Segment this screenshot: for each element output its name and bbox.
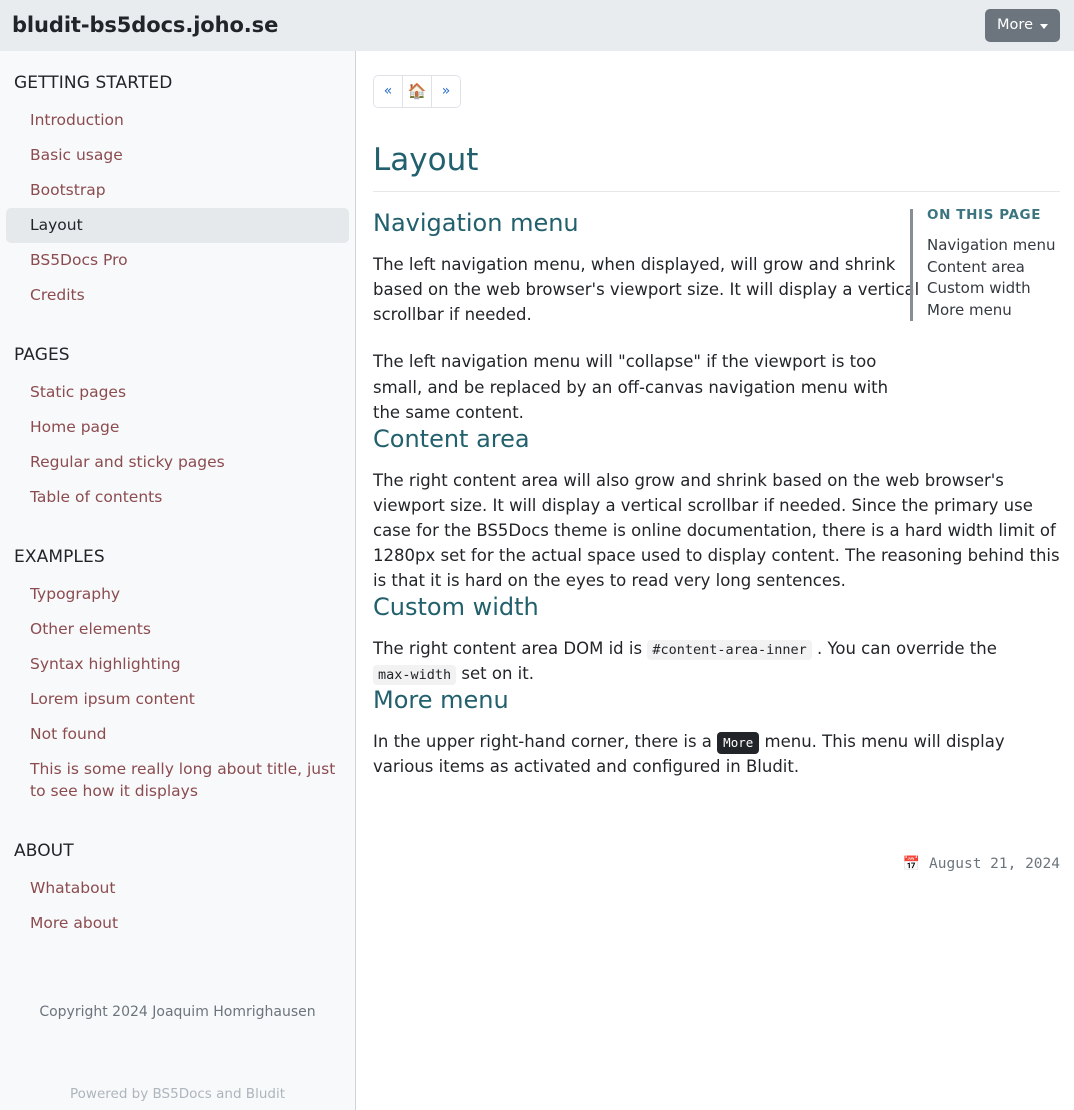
sidebar-item-not-found[interactable]: Not found — [6, 717, 349, 752]
sidebar-section-title: EXAMPLES — [14, 547, 105, 567]
top-header-bar: bludit-bs5docs.joho.se More — [0, 0, 1074, 51]
left-navigation-sidebar: GETTING STARTED Introduction Basic usage Bo… — [0, 51, 356, 1110]
section-heading: More menu — [373, 685, 509, 714]
inline-code-content-area-inner: #content-area-inner — [647, 639, 812, 660]
inline-code-max-width: max-width — [373, 664, 457, 685]
sidebar-item-static-pages[interactable]: Static pages — [6, 375, 349, 410]
calendar-icon: 📅 — [902, 856, 921, 872]
next-page-button[interactable]: » — [431, 75, 461, 109]
section-heading: Content area — [373, 424, 530, 453]
sidebar-item-this-is-some-really-long-about-title-jus[interactable]: This is some really long about title, ju… — [6, 752, 349, 809]
kbd-more-badge: More — [717, 731, 760, 754]
sidebar-item-whatabout[interactable]: Whatabout — [6, 871, 349, 906]
page-date: 📅 August 21, 2024 — [903, 856, 1060, 872]
paragraph: The left navigation menu, when displayed… — [373, 255, 920, 325]
paragraph-text: In the upper right-hand corner, there is… — [373, 731, 712, 751]
paragraph-text: set on it. — [461, 663, 534, 683]
section-heading: Custom width — [373, 592, 539, 621]
section-more-menu: More menu In the upper right-hand corner… — [373, 686, 1060, 779]
sidebar-item-credits[interactable]: Credits — [6, 278, 349, 313]
more-menu-button-label: More — [997, 16, 1033, 33]
on-this-page-title: ON THIS PAGE — [927, 207, 1042, 224]
page-title: Layout — [373, 142, 479, 179]
sidebar-item-introduction[interactable]: Introduction — [6, 103, 349, 138]
paragraph: In the upper right-hand corner, there is… — [373, 729, 1060, 779]
on-this-page-link[interactable]: Custom width — [927, 278, 1060, 300]
more-menu-button[interactable]: More — [985, 8, 1060, 43]
sidebar-item-bootstrap[interactable]: Bootstrap — [6, 173, 349, 208]
section-custom-width: Custom width The right content area DOM … — [373, 593, 1060, 686]
sidebar-item-syntax-highlighting[interactable]: Syntax highlighting — [6, 647, 349, 682]
page-date-text: August 21, 2024 — [929, 856, 1060, 872]
section-navigation-menu: Navigation menu The left navigation menu… — [373, 209, 920, 424]
section-heading: Navigation menu — [373, 209, 579, 238]
on-this-page-link[interactable]: More menu — [927, 300, 1060, 322]
sidebar-copyright: Copyright 2024 Joaquim Homrighausen — [39, 1004, 316, 1020]
sidebar-item-regular-and-sticky-pages[interactable]: Regular and sticky pages — [6, 445, 349, 480]
article-body: Navigation menu The left navigation menu… — [373, 192, 1060, 778]
content-area: « 🏠 » Layout Navigation menu The left na… — [357, 51, 1074, 1110]
page-pager-button-group: « 🏠 » — [373, 75, 461, 109]
section-content-area: Content area The right content area will… — [373, 425, 1060, 593]
sidebar-item-more-about[interactable]: More about — [6, 906, 349, 941]
content-area-inner: « 🏠 » Layout Navigation menu The left na… — [357, 51, 1074, 872]
home-icon[interactable]: 🏠 — [402, 75, 432, 109]
sidebar-section-title: ABOUT — [14, 841, 74, 861]
paragraph: The right content area DOM id is #conten… — [373, 636, 1060, 686]
sidebar-nav-list: GETTING STARTED Introduction Basic usage Bo… — [0, 75, 355, 941]
sidebar-item-lorem-ipsum-content[interactable]: Lorem ipsum content — [6, 682, 349, 717]
sidebar-item-bs5docs-pro[interactable]: BS5Docs Pro — [6, 243, 349, 278]
sidebar-item-other-elements[interactable]: Other elements — [6, 612, 349, 647]
sidebar-powered-by: Powered by BS5Docs and Bludit — [70, 1086, 285, 1102]
paragraph-text: . You can override the — [817, 638, 997, 658]
on-this-page-link[interactable]: Content area — [927, 257, 1060, 279]
chevron-down-icon — [1040, 23, 1048, 29]
on-this-page-toc: ON THIS PAGE Navigation menu Content area… — [910, 207, 1060, 322]
sidebar-item-layout[interactable]: Layout — [6, 208, 349, 243]
paragraph: The left navigation menu will "collapse"… — [373, 352, 889, 422]
sidebar-item-table-of-contents[interactable]: Table of contents — [6, 480, 349, 515]
site-brand-title: bludit-bs5docs.joho.se — [12, 13, 279, 37]
article-and-toc-wrapper: Navigation menu The left navigation menu… — [373, 192, 1060, 778]
sidebar-item-typography[interactable]: Typography — [6, 577, 349, 612]
sidebar-section-title: GETTING STARTED — [14, 73, 173, 93]
previous-page-button[interactable]: « — [373, 75, 403, 109]
on-this-page-link-list: Navigation menu Content area Custom width M… — [927, 235, 1060, 321]
sidebar-item-home-page[interactable]: Home page — [6, 410, 349, 445]
sidebar-item-basic-usage[interactable]: Basic usage — [6, 138, 349, 173]
sidebar-section-title: PAGES — [14, 345, 70, 365]
paragraph-text: The right content area DOM id is — [373, 638, 643, 658]
on-this-page-link[interactable]: Navigation menu — [927, 235, 1060, 257]
paragraph: The right content area will also grow an… — [373, 470, 1060, 590]
